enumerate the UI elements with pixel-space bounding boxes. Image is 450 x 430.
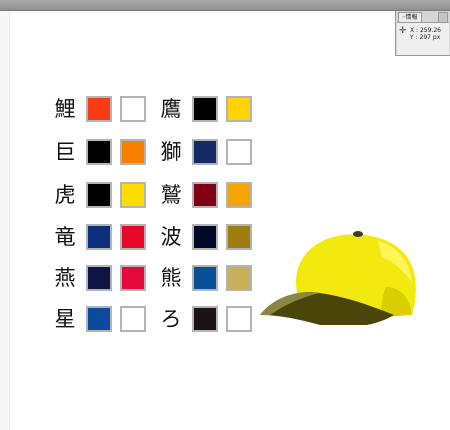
- team-kanji-label: 鷹: [160, 97, 182, 121]
- window-top-bar: [0, 0, 450, 11]
- primary-color-swatch[interactable]: [192, 182, 218, 208]
- team-kanji-label: 鯉: [54, 97, 76, 121]
- secondary-color-swatch[interactable]: [120, 306, 146, 332]
- baseball-cap-illustration: [260, 231, 416, 325]
- coord-y-value: : 297 px: [415, 34, 441, 41]
- canvas-left-edge: [0, 11, 10, 430]
- primary-color-swatch[interactable]: [192, 139, 218, 165]
- primary-color-swatch[interactable]: [86, 265, 112, 291]
- primary-color-swatch[interactable]: [192, 224, 218, 250]
- secondary-color-swatch[interactable]: [226, 306, 252, 332]
- team-kanji-label: 星: [54, 307, 76, 331]
- team-kanji-label: 獅: [160, 140, 182, 164]
- coord-x-row: X : 259.26: [410, 27, 441, 34]
- team-kanji-label: ろ: [160, 307, 182, 331]
- cap-button: [353, 231, 363, 237]
- team-kanji-label: 巨: [54, 140, 76, 164]
- team-kanji-label: 竜: [54, 225, 76, 249]
- primary-color-swatch[interactable]: [192, 96, 218, 122]
- secondary-color-swatch[interactable]: [226, 96, 252, 122]
- secondary-color-swatch[interactable]: [226, 139, 252, 165]
- coord-x-label: X: [410, 27, 415, 34]
- secondary-color-swatch[interactable]: [226, 182, 252, 208]
- secondary-color-swatch[interactable]: [120, 224, 146, 250]
- coord-y-row: Y : 297 px: [410, 34, 440, 41]
- primary-color-swatch[interactable]: [86, 139, 112, 165]
- info-panel-body: ✛ X : 259.26 Y : 297 px: [397, 22, 449, 55]
- team-kanji-label: 波: [160, 225, 182, 249]
- info-panel-tab[interactable]: ◦情報: [398, 12, 422, 22]
- team-kanji-label: 虎: [54, 183, 76, 207]
- primary-color-swatch[interactable]: [86, 96, 112, 122]
- secondary-color-swatch[interactable]: [226, 265, 252, 291]
- crosshair-icon: ✛: [399, 26, 407, 36]
- primary-color-swatch[interactable]: [86, 224, 112, 250]
- secondary-color-swatch[interactable]: [120, 139, 146, 165]
- info-tab-label: 情報: [405, 14, 418, 21]
- primary-color-swatch[interactable]: [86, 182, 112, 208]
- secondary-color-swatch[interactable]: [120, 182, 146, 208]
- secondary-color-swatch[interactable]: [120, 96, 146, 122]
- team-kanji-label: 熊: [160, 266, 182, 290]
- secondary-color-swatch[interactable]: [120, 265, 146, 291]
- primary-color-swatch[interactable]: [86, 306, 112, 332]
- primary-color-swatch[interactable]: [192, 265, 218, 291]
- info-panel: ◦情報 ✛ X : 259.26 Y : 297 px: [395, 11, 450, 56]
- secondary-color-swatch[interactable]: [226, 224, 252, 250]
- primary-color-swatch[interactable]: [192, 306, 218, 332]
- coord-y-label: Y: [410, 34, 414, 41]
- coord-x-value: : 259.26: [416, 27, 441, 34]
- team-kanji-label: 燕: [54, 266, 76, 290]
- info-panel-tab-extra[interactable]: [438, 12, 448, 22]
- team-kanji-label: 鷲: [160, 183, 182, 207]
